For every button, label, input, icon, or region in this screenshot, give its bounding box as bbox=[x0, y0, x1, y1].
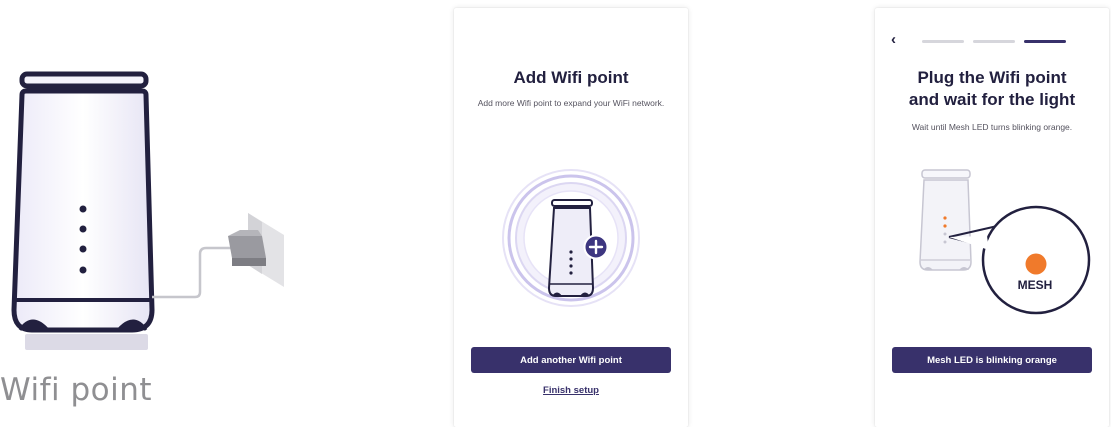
mesh-label: MESH bbox=[1017, 278, 1053, 292]
wifi-point-icon bbox=[502, 169, 640, 307]
progress-step-3 bbox=[1024, 40, 1066, 43]
chevron-left-icon[interactable]: ‹ bbox=[891, 32, 907, 48]
page-subtitle: Wait until Mesh LED turns blinking orang… bbox=[911, 122, 1073, 132]
progress-step-1 bbox=[922, 40, 964, 43]
progress-step-2 bbox=[973, 40, 1015, 43]
page-title-line-1: Plug the Wifi point bbox=[917, 68, 1067, 87]
page-subtitle: Add more Wifi point to expand your WiFi … bbox=[477, 98, 665, 108]
mesh-led-illustration bbox=[919, 169, 1091, 315]
mesh-led-icon bbox=[1025, 253, 1047, 275]
wifi-point-caption: Wifi point bbox=[0, 372, 153, 408]
add-another-wifi-point-button[interactable]: Add another Wifi point bbox=[471, 347, 671, 373]
add-wifi-point-screen: Add Wifi point Add more Wifi point to ex… bbox=[454, 8, 688, 427]
page-title-line-2: and wait for the light bbox=[908, 90, 1076, 109]
plug-wifi-point-screen: ‹ Plug the Wifi point and wait for the l… bbox=[875, 8, 1109, 427]
page-title: Add Wifi point bbox=[513, 68, 629, 87]
mesh-led-blinking-button[interactable]: Mesh LED is blinking orange bbox=[892, 347, 1092, 373]
wifi-point-device-icon bbox=[11, 71, 284, 350]
wifi-point-illustration: Wifi point bbox=[0, 0, 320, 427]
finish-setup-link[interactable]: Finish setup bbox=[454, 385, 688, 396]
